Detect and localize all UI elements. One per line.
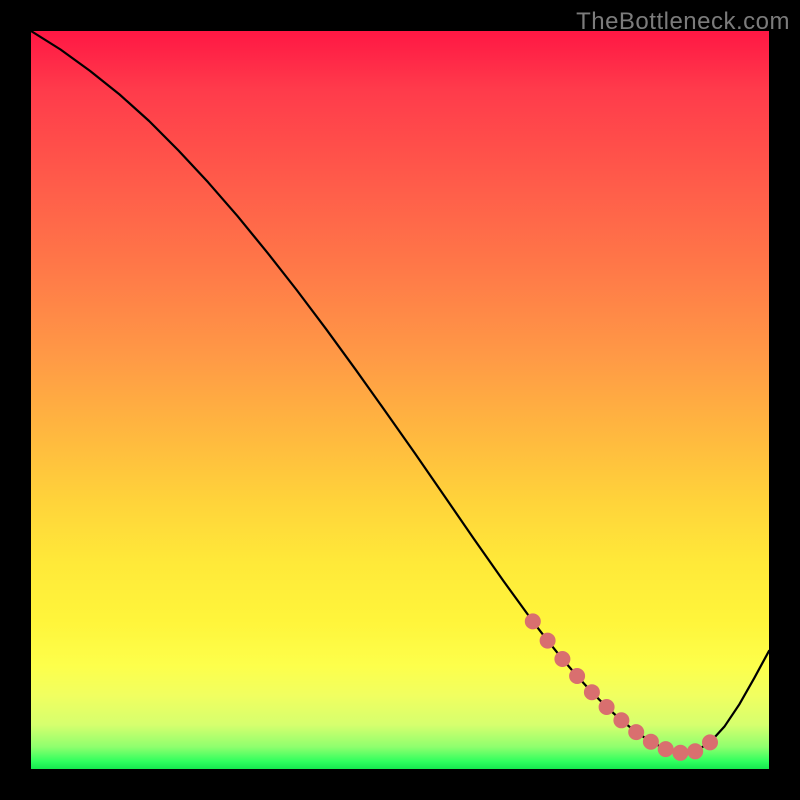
optimum-marker	[525, 614, 540, 629]
optimum-marker	[643, 734, 658, 749]
optimum-marker	[658, 742, 673, 757]
optimum-marker	[629, 725, 644, 740]
bottleneck-curve	[31, 31, 769, 753]
optimum-markers	[525, 614, 717, 760]
plot-area	[31, 31, 769, 769]
optimum-marker	[555, 652, 570, 667]
optimum-marker	[614, 713, 629, 728]
optimum-marker	[540, 633, 555, 648]
optimum-marker	[673, 745, 688, 760]
optimum-marker	[570, 669, 585, 684]
optimum-marker	[599, 700, 614, 715]
chart-frame: TheBottleneck.com	[0, 0, 800, 800]
optimum-marker	[584, 685, 599, 700]
optimum-marker	[703, 735, 718, 750]
optimum-marker	[688, 744, 703, 759]
bottleneck-curve-svg	[31, 31, 769, 769]
watermark-label: TheBottleneck.com	[576, 8, 790, 36]
